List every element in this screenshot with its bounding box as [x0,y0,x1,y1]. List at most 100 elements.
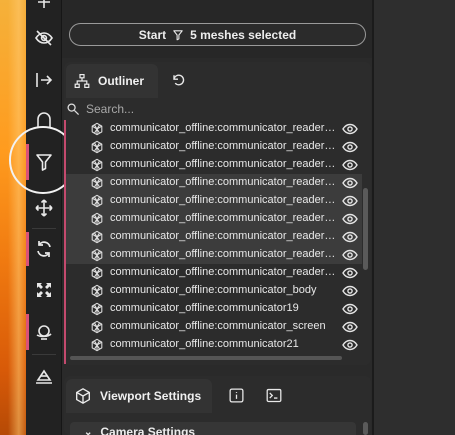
outliner-vertical-scrollbar[interactable] [363,188,368,270]
ghost-icon [37,112,51,128]
eye-icon[interactable] [342,338,358,352]
outliner-panel: Outliner communicator_offline:communicat… [64,62,371,365]
search-row [66,100,366,118]
mesh-icon [90,338,104,352]
cube-icon [76,388,90,404]
outliner-row-label: communicator_offline:communicator21 [110,338,299,350]
start-selection-pill[interactable]: Start 5 meshes selected [69,23,366,46]
outliner-row[interactable]: communicator_offline:communicator_reader… [66,264,362,282]
outliner-row[interactable]: communicator_offline:communicator_reader… [66,138,362,156]
mesh-icon [90,158,104,172]
expand-icon [37,283,51,297]
tool-separator [32,354,56,355]
outliner-row-label: communicator_offline:communicator_reader… [110,266,336,278]
move-icon [35,199,53,217]
mesh-icon [90,122,104,136]
outliner-row[interactable]: communicator_offline:communicator_reader… [66,156,362,174]
outliner-row-label: communicator_offline:communicator19 [110,302,299,314]
mesh-icon [90,284,104,298]
mesh-icon [90,140,104,154]
outliner-row-label: communicator_offline:communicator_body [110,284,317,296]
exit-icon [36,73,53,87]
mesh-icon [90,194,104,208]
eye-icon[interactable] [342,176,358,190]
eye-icon[interactable] [342,320,358,334]
move-tool-button[interactable] [26,192,62,224]
search-input[interactable] [86,102,336,116]
tab-viewport-settings[interactable]: Viewport Settings [66,379,212,413]
outliner-row[interactable]: communicator_offline:communicator_reader… [66,192,362,210]
sync-icon [37,241,51,257]
chevron-down-icon: ⌄ [84,426,93,435]
eye-icon[interactable] [342,266,358,280]
sync-tool-button[interactable] [26,232,62,266]
camera-settings-section[interactable]: ⌄ Camera Settings [70,422,356,435]
outliner-row-label: communicator_offline:communicator_reader… [110,194,336,206]
tab-info[interactable] [226,386,246,404]
eye-icon[interactable] [342,284,358,298]
right-gutter [372,0,455,435]
viewport-settings-panel: Viewport Settings ⌄ Camera Settings [64,376,371,435]
eye-icon[interactable] [342,248,358,262]
outliner-row-label: communicator_offline:communicator_reader… [110,122,336,134]
outliner-row[interactable]: communicator_offline:communicator_reader… [66,228,362,246]
tab-outliner[interactable]: Outliner [66,64,158,98]
eye-icon[interactable] [342,122,358,136]
outliner-row[interactable]: communicator_offline:communicator_reader… [66,120,362,138]
undo-icon [173,74,185,86]
eye-icon[interactable] [342,230,358,244]
outliner-row-label: communicator_offline:communicator_reader… [110,230,336,242]
tool-sidebar [26,0,62,435]
outliner-row-label: communicator_offline:communicator_reader… [110,140,336,152]
outliner-list: communicator_offline:communicator_reader… [64,120,364,356]
start-label: Start [138,27,167,42]
eye-icon[interactable] [342,302,358,316]
mesh-icon [90,212,104,226]
info-icon [228,387,244,403]
outliner-row[interactable]: communicator_offline:communicator21 [66,336,362,354]
panel-divider[interactable] [372,0,374,435]
terminal-icon [266,388,282,402]
mesh-icon [90,176,104,190]
outliner-row[interactable]: communicator_offline:communicator_screen [66,318,362,336]
outliner-row-label: communicator_offline:communicator_reader… [110,212,336,224]
selection-count-label: 5 meshes selected [190,27,297,42]
outliner-row[interactable]: communicator_offline:communicator19 [66,300,362,318]
eye-icon[interactable] [342,212,358,226]
viewport-settings-title: Viewport Settings [100,389,202,403]
terrain-tool-button[interactable] [26,360,62,392]
grid-icon [38,0,50,8]
mesh-icon [90,302,104,316]
mesh-icon [90,230,104,244]
reset-button[interactable] [168,70,188,90]
outliner-row-label: communicator_offline:communicator_reader… [110,248,336,260]
filter-tool-button[interactable] [26,144,62,180]
list-accent-edge [64,120,66,364]
tab-console[interactable] [264,386,284,404]
planet-icon [36,325,52,340]
outliner-row[interactable]: communicator_offline:communicator_reader… [66,174,362,192]
outliner-title: Outliner [98,74,145,88]
search-icon [67,103,80,116]
eye-off-icon [35,30,53,46]
eye-icon[interactable] [342,158,358,172]
ghost-tool-button[interactable] [26,104,62,136]
planet-tool-button[interactable] [26,314,62,350]
eye-icon[interactable] [342,194,358,208]
grid-tool-button[interactable] [26,0,62,18]
outliner-row[interactable]: communicator_offline:communicator_reader… [66,246,362,264]
outliner-row-label: communicator_offline:communicator_reader… [110,176,336,188]
hide-tool-button[interactable] [26,22,62,54]
outliner-row[interactable]: communicator_offline:communicator_reader… [66,210,362,228]
outliner-row-label: communicator_offline:communicator_reader… [110,158,336,170]
eye-icon[interactable] [342,140,358,154]
filter-icon [173,29,183,40]
outliner-horizontal-scrollbar[interactable] [70,356,342,360]
expand-tool-button[interactable] [26,274,62,306]
viewport-settings-scrollbar[interactable] [363,422,368,435]
exit-tool-button[interactable] [26,64,62,96]
hierarchy-icon [74,74,90,88]
terrain-icon [36,369,52,384]
outliner-row[interactable]: communicator_offline:communicator_body [66,282,362,300]
mesh-icon [90,248,104,262]
